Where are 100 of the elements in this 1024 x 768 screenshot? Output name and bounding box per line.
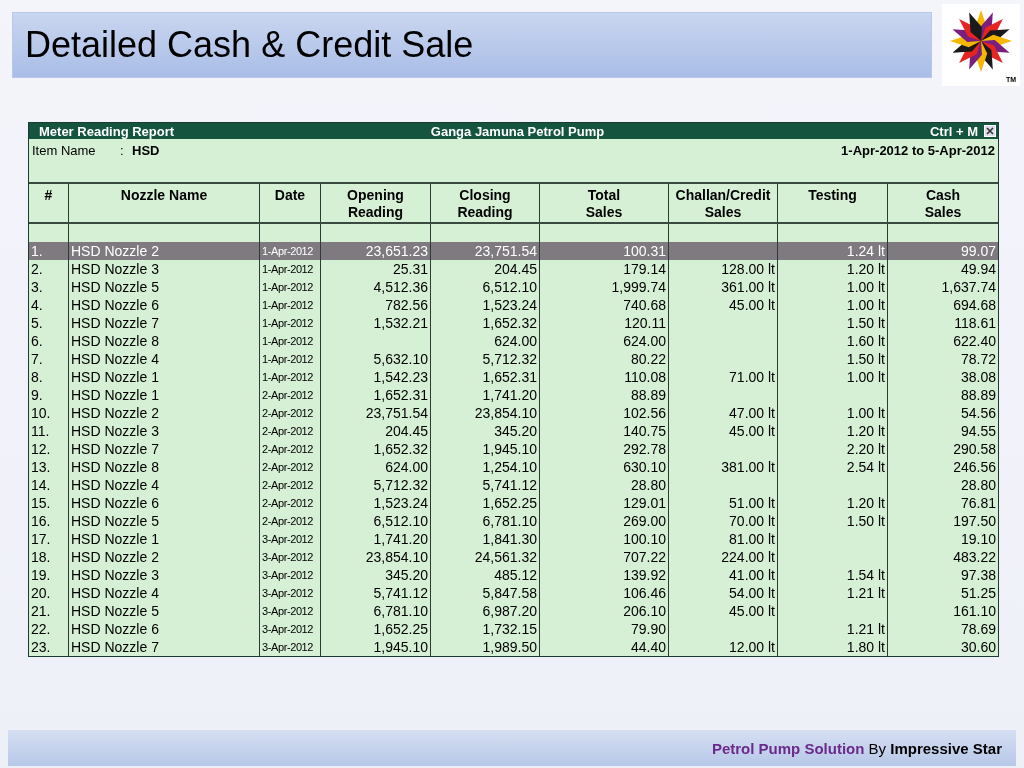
table-cell-text: 23.: [30, 638, 52, 656]
table-cell-text: 206.10: [622, 602, 667, 620]
table-cell-text: 1.60 lt: [845, 332, 886, 350]
table-cell-text: 2-Apr-2012: [261, 514, 315, 529]
table-cell-text: 1,999.74: [610, 278, 667, 296]
table-cell-text: 1,523.24: [372, 494, 429, 512]
report-title: Meter Reading Report: [39, 123, 176, 139]
table-cell-text: 1-Apr-2012: [261, 370, 315, 385]
table-row[interactable]: 15. HSD Nozzle 6 2-Apr-2012 1,523.24 1,652.25 129.01 51.00 lt 1.20 lt 76.81: [29, 494, 998, 512]
table-cell-text: 128.00 lt: [720, 260, 776, 278]
table-cell-text: 6,781.10: [481, 512, 538, 530]
table-cell-text: HSD Nozzle 2: [70, 548, 160, 566]
table-cell-text: 80.22: [629, 350, 667, 368]
table-cell-text: 2.: [30, 260, 44, 278]
table-cell-text: 19.10: [959, 530, 997, 548]
table-cell-text: 1.00 lt: [845, 368, 886, 386]
table-cell-text: 28.80: [959, 476, 997, 494]
table-cell-text: 54.00 lt: [728, 584, 776, 602]
table-cell-text: 2-Apr-2012: [261, 406, 315, 421]
table-cell-text: 1.20 lt: [845, 494, 886, 512]
table-row[interactable]: 12. HSD Nozzle 7 2-Apr-2012 1,652.32 1,945.10 292.78 2.20 lt 290.58: [29, 440, 998, 458]
table-cell-text: 8.: [30, 368, 44, 386]
close-button[interactable]: [984, 125, 996, 137]
table-cell-text: 9.: [30, 386, 44, 404]
table-row[interactable]: 2. HSD Nozzle 3 1-Apr-2012 25.31 204.45 179.14 128.00 lt 1.20 lt 49.94: [29, 260, 998, 278]
table-row[interactable]: 19. HSD Nozzle 3 3-Apr-2012 345.20 485.12 139.92 41.00 lt 1.54 lt 97.38: [29, 566, 998, 584]
table-cell-text: 12.00 lt: [728, 638, 776, 656]
table-cell-text: 78.69: [959, 620, 997, 638]
table-cell-text: 5,632.10: [372, 350, 429, 368]
table-cell-text: 624.00: [384, 458, 429, 476]
column-header: Testing: [807, 186, 858, 205]
table-row[interactable]: 6. HSD Nozzle 8 1-Apr-2012 624.00 624.00 1.60 lt 622.40: [29, 332, 998, 350]
table-cell-text: 13.: [30, 458, 52, 476]
table-cell-text: 1,989.50: [481, 638, 538, 656]
table-cell-text: 1,637.74: [940, 278, 997, 296]
table-cell-text: 1.50 lt: [845, 350, 886, 368]
table-cell-text: 1-Apr-2012: [261, 280, 315, 295]
table-cell-text: 11.: [30, 422, 51, 440]
table-cell-text: 1,945.10: [372, 638, 429, 656]
table-cell-text: 3-Apr-2012: [261, 604, 315, 619]
table-cell-text: 23,751.54: [473, 242, 538, 260]
table-cell-text: HSD Nozzle 8: [70, 458, 160, 476]
table-row[interactable]: 13. HSD Nozzle 8 2-Apr-2012 624.00 1,254.10 630.10 381.00 lt 2.54 lt 246.56: [29, 458, 998, 476]
table-cell-text: HSD Nozzle 7: [70, 440, 160, 458]
table-row[interactable]: 3. HSD Nozzle 5 1-Apr-2012 4,512.36 6,512.10 1,999.74 361.00 lt 1.00 lt 1,637.74: [29, 278, 998, 296]
table-cell-text: 630.10: [622, 458, 667, 476]
table-row[interactable]: 17. HSD Nozzle 1 3-Apr-2012 1,741.20 1,841.30 100.10 81.00 lt 19.10: [29, 530, 998, 548]
table-row[interactable]: 11. HSD Nozzle 3 2-Apr-2012 204.45 345.20 140.75 45.00 lt 1.20 lt 94.55: [29, 422, 998, 440]
table-cell-text: 1,652.25: [372, 620, 429, 638]
table-cell-text: 624.00: [622, 332, 667, 350]
table-cell-text: 2-Apr-2012: [261, 424, 315, 439]
table-row[interactable]: 20. HSD Nozzle 4 3-Apr-2012 5,741.12 5,847.58 106.46 54.00 lt 1.21 lt 51.25: [29, 584, 998, 602]
table-cell-text: 1.54 lt: [845, 566, 886, 584]
credit-text: Petrol Pump Solution By Impressive Star: [711, 739, 1002, 757]
table-cell-text: 102.56: [622, 404, 667, 422]
table-cell-text: 70.00 lt: [728, 512, 776, 530]
table-cell-text: 7.: [30, 350, 44, 368]
table-cell-text: 88.89: [959, 386, 997, 404]
table-row[interactable]: 23. HSD Nozzle 7 3-Apr-2012 1,945.10 1,989.50 44.40 12.00 lt 1.80 lt 30.60: [29, 638, 998, 656]
table-cell-text: 197.50: [952, 512, 997, 530]
table-cell-text: 1-Apr-2012: [261, 244, 315, 259]
table-cell-text: 79.90: [629, 620, 667, 638]
table-row[interactable]: 18. HSD Nozzle 2 3-Apr-2012 23,854.10 24,561.32 707.22 224.00 lt 483.22: [29, 548, 998, 566]
table-cell-text: 2.20 lt: [845, 440, 886, 458]
table-cell-text: 3-Apr-2012: [261, 640, 315, 655]
table-row[interactable]: 14. HSD Nozzle 4 2-Apr-2012 5,712.32 5,741.12 28.80 28.80: [29, 476, 998, 494]
table-row[interactable]: 21. HSD Nozzle 5 3-Apr-2012 6,781.10 6,987.20 206.10 45.00 lt 161.10: [29, 602, 998, 620]
table-cell-text: 3-Apr-2012: [261, 568, 315, 583]
table-cell-text: 161.10: [952, 602, 997, 620]
column-header: Cash Sales: [923, 186, 963, 222]
table-cell-text: 1.50 lt: [845, 512, 886, 530]
table-row[interactable]: 1. HSD Nozzle 2 1-Apr-2012 23,651.23 23,751.54 100.31 1.24 lt 99.07: [29, 242, 998, 260]
table-cell-text: 622.40: [952, 332, 997, 350]
table-row[interactable]: 9. HSD Nozzle 1 2-Apr-2012 1,652.31 1,741.20 88.89 88.89: [29, 386, 998, 404]
table-cell-text: 99.07: [959, 242, 997, 260]
table-cell-text: 707.22: [622, 548, 667, 566]
table-cell-text: 2.54 lt: [845, 458, 886, 476]
table-cell-text: 6,987.20: [481, 602, 538, 620]
table-row[interactable]: 7. HSD Nozzle 4 1-Apr-2012 5,632.10 5,712.32 80.22 1.50 lt 78.72: [29, 350, 998, 368]
table-cell-text: HSD Nozzle 5: [70, 512, 160, 530]
table-cell-text: 2-Apr-2012: [261, 478, 315, 493]
table-cell-text: 694.68: [952, 296, 997, 314]
table-row[interactable]: 22. HSD Nozzle 6 3-Apr-2012 1,652.25 1,732.15 79.90 1.21 lt 78.69: [29, 620, 998, 638]
table-cell-text: 140.75: [622, 422, 667, 440]
table-cell-text: 292.78: [622, 440, 667, 458]
table-row[interactable]: 8. HSD Nozzle 1 1-Apr-2012 1,542.23 1,652.31 110.08 71.00 lt 1.00 lt 38.08: [29, 368, 998, 386]
table-cell-text: 204.45: [384, 422, 429, 440]
table-cell-text: 19.: [30, 566, 52, 584]
table-row[interactable]: 16. HSD Nozzle 5 2-Apr-2012 6,512.10 6,781.10 269.00 70.00 lt 1.50 lt 197.50: [29, 512, 998, 530]
table-cell-text: 179.14: [622, 260, 667, 278]
table-row[interactable]: 5. HSD Nozzle 7 1-Apr-2012 1,532.21 1,652.32 120.11 1.50 lt 118.61: [29, 314, 998, 332]
table-cell-text: HSD Nozzle 3: [70, 422, 160, 440]
table-cell-text: 30.60: [959, 638, 997, 656]
table-cell-text: HSD Nozzle 7: [70, 314, 160, 332]
table-cell-text: 1-Apr-2012: [261, 298, 315, 313]
table-cell-text: HSD Nozzle 2: [70, 242, 160, 260]
table-cell-text: 23,751.54: [364, 404, 429, 422]
table-cell-text: 5.: [30, 314, 44, 332]
table-row[interactable]: 10. HSD Nozzle 2 2-Apr-2012 23,751.54 23,854.10 102.56 47.00 lt 1.00 lt 54.56: [29, 404, 998, 422]
table-row[interactable]: 4. HSD Nozzle 6 1-Apr-2012 782.56 1,523.24 740.68 45.00 lt 1.00 lt 694.68: [29, 296, 998, 314]
